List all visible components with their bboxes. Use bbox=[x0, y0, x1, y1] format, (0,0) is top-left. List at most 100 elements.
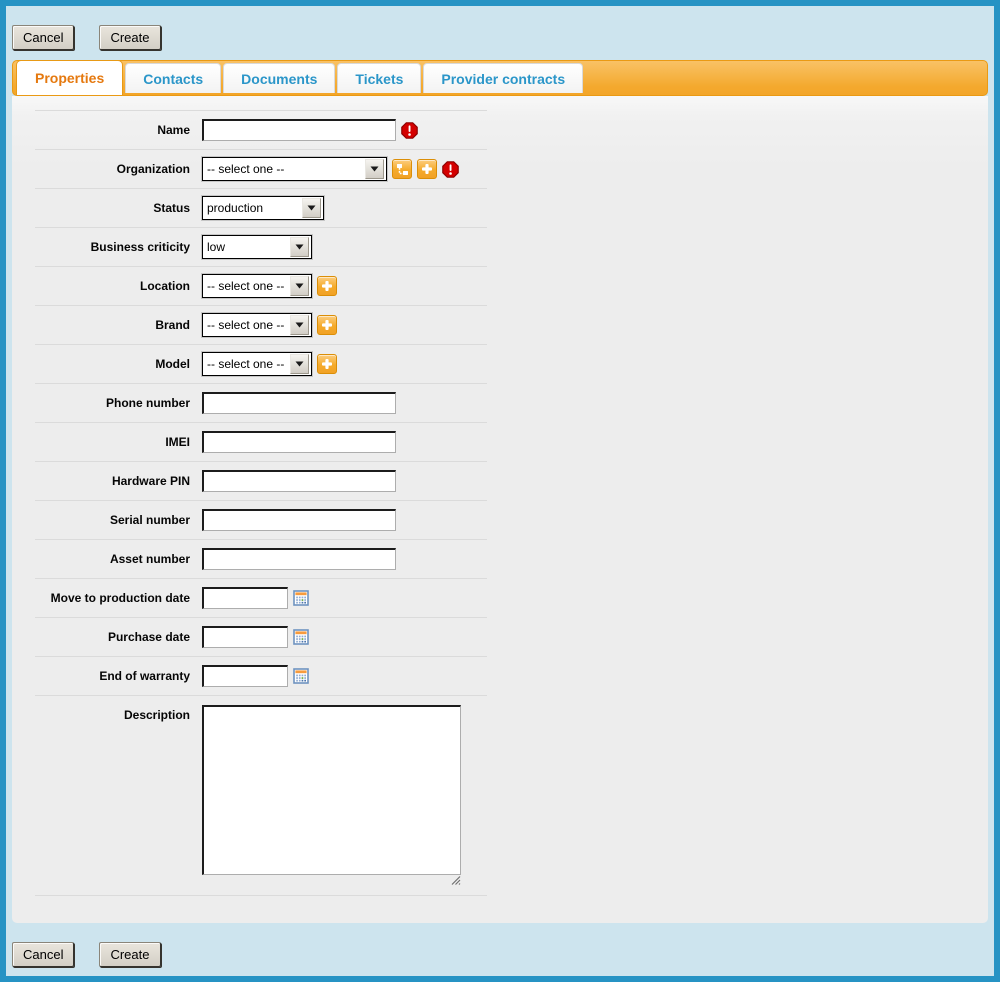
phone-number-input[interactable] bbox=[202, 392, 396, 414]
field-label-end-of-warranty: End of warranty bbox=[35, 669, 202, 683]
brand-select[interactable]: -- select one -- bbox=[202, 313, 312, 337]
chevron-down-icon[interactable] bbox=[290, 237, 309, 257]
properties-form: NameOrganization-- select one --Statuspr… bbox=[35, 96, 487, 896]
add-icon bbox=[321, 280, 333, 292]
textarea-wrap bbox=[202, 705, 461, 885]
field-label-asset-number: Asset number bbox=[35, 552, 202, 566]
field-controls-hardware-pin bbox=[202, 470, 396, 492]
tab-tickets[interactable]: Tickets bbox=[337, 63, 421, 93]
form-row-end-of-warranty: End of warranty bbox=[35, 656, 487, 695]
tab-contacts[interactable]: Contacts bbox=[125, 63, 221, 93]
form-row-serial-number: Serial number bbox=[35, 500, 487, 539]
tab-provider-contracts[interactable]: Provider contracts bbox=[423, 63, 583, 93]
select-value: -- select one -- bbox=[203, 318, 288, 332]
form-row-name: Name bbox=[35, 110, 487, 149]
form-row-asset-number: Asset number bbox=[35, 539, 487, 578]
field-controls-name bbox=[202, 119, 418, 141]
warning-icon bbox=[401, 122, 418, 139]
tab-label: Contacts bbox=[143, 71, 203, 87]
field-controls-end-of-warranty bbox=[202, 665, 309, 687]
organization-add-button[interactable] bbox=[417, 159, 437, 179]
field-controls-move-to-production-date bbox=[202, 587, 309, 609]
create-button[interactable]: Create bbox=[99, 25, 160, 50]
tab-label: Documents bbox=[241, 71, 317, 87]
model-add-button[interactable] bbox=[317, 354, 337, 374]
top-toolbar: Cancel Create bbox=[12, 25, 161, 50]
calendar-icon[interactable] bbox=[293, 590, 309, 606]
field-controls-purchase-date bbox=[202, 626, 309, 648]
field-label-model: Model bbox=[35, 357, 202, 371]
field-label-serial-number: Serial number bbox=[35, 513, 202, 527]
form-row-move-to-production-date: Move to production date bbox=[35, 578, 487, 617]
form-row-location: Location-- select one -- bbox=[35, 266, 487, 305]
chevron-down-icon[interactable] bbox=[302, 198, 321, 218]
asset-number-input[interactable] bbox=[202, 548, 396, 570]
field-controls-phone-number bbox=[202, 392, 396, 414]
calendar-icon[interactable] bbox=[293, 629, 309, 645]
form-row-model: Model-- select one -- bbox=[35, 344, 487, 383]
add-icon bbox=[421, 163, 433, 175]
field-controls-brand: -- select one -- bbox=[202, 313, 337, 337]
select-value: low bbox=[203, 240, 288, 254]
form-row-purchase-date: Purchase date bbox=[35, 617, 487, 656]
imei-input[interactable] bbox=[202, 431, 396, 453]
location-add-button[interactable] bbox=[317, 276, 337, 296]
end-of-warranty-input[interactable] bbox=[202, 665, 288, 687]
cancel-button[interactable]: Cancel bbox=[12, 942, 74, 967]
model-select[interactable]: -- select one -- bbox=[202, 352, 312, 376]
select-value: production bbox=[203, 201, 300, 215]
field-controls-imei bbox=[202, 431, 396, 453]
form-row-hardware-pin: Hardware PIN bbox=[35, 461, 487, 500]
tab-label: Properties bbox=[35, 70, 104, 86]
form-row-description: Description bbox=[35, 695, 487, 896]
field-label-location: Location bbox=[35, 279, 202, 293]
form-row-phone-number: Phone number bbox=[35, 383, 487, 422]
tab-label: Tickets bbox=[355, 71, 403, 87]
brand-add-button[interactable] bbox=[317, 315, 337, 335]
field-label-hardware-pin: Hardware PIN bbox=[35, 474, 202, 488]
window-canvas: Cancel Create Properties Contacts Document… bbox=[6, 6, 994, 976]
field-controls-asset-number bbox=[202, 548, 396, 570]
field-label-imei: IMEI bbox=[35, 435, 202, 449]
status-select[interactable]: production bbox=[202, 196, 324, 220]
field-label-purchase-date: Purchase date bbox=[35, 630, 202, 644]
chevron-down-icon[interactable] bbox=[290, 354, 309, 374]
serial-number-input[interactable] bbox=[202, 509, 396, 531]
hardware-pin-input[interactable] bbox=[202, 470, 396, 492]
form-row-brand: Brand-- select one -- bbox=[35, 305, 487, 344]
calendar-icon[interactable] bbox=[293, 668, 309, 684]
chevron-down-icon[interactable] bbox=[290, 315, 309, 335]
field-controls-organization: -- select one -- bbox=[202, 157, 459, 181]
content-pane: NameOrganization-- select one --Statuspr… bbox=[12, 96, 988, 923]
organization-select[interactable]: -- select one -- bbox=[202, 157, 387, 181]
form-row-status: Statusproduction bbox=[35, 188, 487, 227]
hierarchy-icon bbox=[396, 163, 409, 176]
form-row-business-criticity: Business criticitylow bbox=[35, 227, 487, 266]
location-select[interactable]: -- select one -- bbox=[202, 274, 312, 298]
field-controls-location: -- select one -- bbox=[202, 274, 337, 298]
description-textarea[interactable] bbox=[202, 705, 461, 875]
chevron-down-icon[interactable] bbox=[365, 159, 384, 179]
warning-icon bbox=[442, 161, 459, 178]
business-criticity-select[interactable]: low bbox=[202, 235, 312, 259]
chevron-down-icon[interactable] bbox=[290, 276, 309, 296]
name-input[interactable] bbox=[202, 119, 396, 141]
organization-hierarchy-button[interactable] bbox=[392, 159, 412, 179]
field-controls-model: -- select one -- bbox=[202, 352, 337, 376]
move-to-production-date-input[interactable] bbox=[202, 587, 288, 609]
select-value: -- select one -- bbox=[203, 357, 288, 371]
tab-properties[interactable]: Properties bbox=[16, 60, 123, 95]
field-label-brand: Brand bbox=[35, 318, 202, 332]
field-label-name: Name bbox=[35, 123, 202, 137]
purchase-date-input[interactable] bbox=[202, 626, 288, 648]
field-controls-status: production bbox=[202, 196, 324, 220]
tab-documents[interactable]: Documents bbox=[223, 63, 335, 93]
create-button[interactable]: Create bbox=[99, 942, 160, 967]
field-label-description: Description bbox=[35, 705, 202, 722]
select-value: -- select one -- bbox=[203, 279, 288, 293]
field-label-business-criticity: Business criticity bbox=[35, 240, 202, 254]
select-value: -- select one -- bbox=[203, 162, 363, 176]
cancel-button[interactable]: Cancel bbox=[12, 25, 74, 50]
add-icon bbox=[321, 319, 333, 331]
resize-handle-icon[interactable] bbox=[451, 876, 461, 885]
